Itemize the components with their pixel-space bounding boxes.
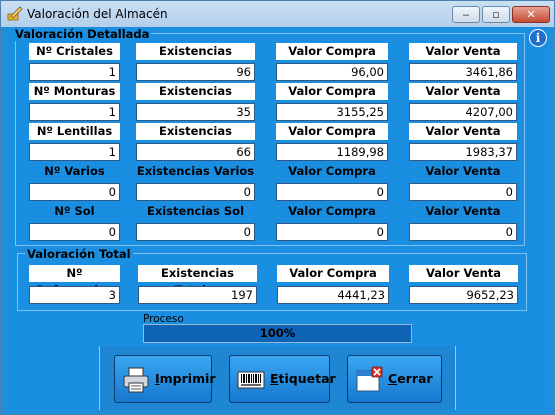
n-varios-field[interactable]: 0 <box>29 183 120 201</box>
close-button[interactable]: ✕ <box>512 6 550 23</box>
barcode-icon <box>237 371 265 389</box>
maximize-button[interactable]: ▫ <box>482 6 510 23</box>
label-valor-venta: Valor Venta <box>425 204 501 218</box>
label-total-valor-compra: Valor Compra <box>277 265 389 282</box>
label-total-valor-venta: Valor Venta <box>409 265 518 282</box>
label-n-lentillas: Nº Lentillas <box>29 123 120 140</box>
n-cristales-field[interactable]: 1 <box>29 63 120 81</box>
title-bar: Valoración del Almacén ‒ ▫ ✕ <box>1 1 554 27</box>
label-existencias-montura: Existencias Montura <box>136 83 255 115</box>
total-valor-venta-field[interactable]: 9652,23 <box>409 286 518 304</box>
info-icon[interactable]: i <box>529 29 547 47</box>
existencias-cristales-field[interactable]: 96 <box>136 63 255 81</box>
label-n-monturas: Nº Monturas <box>29 83 120 100</box>
label-existencias-lentillas: Existencias Lentillas <box>136 123 255 155</box>
n-sol-field[interactable]: 0 <box>29 223 120 241</box>
valor-compra-varios-field[interactable]: 0 <box>276 183 388 201</box>
valor-compra-lentillas-field[interactable]: 1189,98 <box>276 143 388 161</box>
valor-venta-monturas-field[interactable]: 4207,00 <box>409 103 517 121</box>
total-valor-compra-field[interactable]: 4441,23 <box>277 286 389 304</box>
label-valor-compra: Valor Compra <box>288 204 376 218</box>
label-n-varios: Nº Varios <box>44 164 105 178</box>
cerrar-mnemonic: C <box>388 371 398 386</box>
imprimir-label: Imprimir <box>155 371 216 386</box>
label-valor-compra: Valor Compra <box>276 123 388 140</box>
label-valor-compra: Valor Compra <box>276 43 388 60</box>
imprimir-button[interactable]: Imprimir <box>114 355 216 403</box>
existencias-montura-field[interactable]: 35 <box>136 103 255 121</box>
n-monturas-field[interactable]: 1 <box>29 103 120 121</box>
progress-text: 100% <box>259 326 296 340</box>
cerrar-button[interactable]: Cerrar <box>347 355 442 403</box>
total-title: Valoración Total <box>25 247 133 261</box>
label-n-cristales: Nº Cristales <box>29 43 120 60</box>
valor-compra-cristales-field[interactable]: 96,00 <box>276 63 388 81</box>
label-existencias-totales: Existencias Totales <box>138 265 257 297</box>
valor-compra-sol-field[interactable]: 0 <box>276 223 388 241</box>
existencias-lentillas-field[interactable]: 66 <box>136 143 255 161</box>
minimize-icon: ‒ <box>462 8 470 21</box>
cerrar-rest: errar <box>397 371 433 386</box>
progress-bar: 100% <box>143 324 412 343</box>
label-valor-venta: Valor Venta <box>425 164 501 178</box>
label-valor-venta: Valor Venta <box>409 123 517 140</box>
label-valor-venta: Valor Venta <box>409 43 517 60</box>
valor-venta-lentillas-field[interactable]: 1983,37 <box>409 143 517 161</box>
label-existencias-cristales: Existencias Cristales <box>136 43 255 75</box>
valor-venta-sol-field[interactable]: 0 <box>409 223 517 241</box>
detallada-title: Valoración Detallada <box>13 27 152 41</box>
window-title: Valoración del Almacén <box>27 7 168 21</box>
window: Valoración del Almacén ‒ ▫ ✕ Valoración … <box>0 0 555 415</box>
existencias-totales-field[interactable]: 197 <box>138 286 257 304</box>
label-existencias-sol: Existencias Sol <box>146 204 245 218</box>
n-referencias-field[interactable]: 3 <box>29 286 120 304</box>
close-icon: ✕ <box>526 8 536 21</box>
label-n-referencias: Nº Referencias <box>29 265 120 297</box>
printer-icon <box>123 367 149 393</box>
valor-venta-varios-field[interactable]: 0 <box>409 183 517 201</box>
label-valor-compra: Valor Compra <box>288 164 376 178</box>
pencil-icon <box>7 6 23 21</box>
valor-venta-cristales-field[interactable]: 3461,86 <box>409 63 517 81</box>
valor-compra-monturas-field[interactable]: 3155,25 <box>276 103 388 121</box>
minimize-button[interactable]: ‒ <box>452 6 480 23</box>
label-valor-venta: Valor Venta <box>409 83 517 100</box>
existencias-sol-field[interactable]: 0 <box>136 223 255 241</box>
cerrar-label: Cerrar <box>388 371 433 386</box>
etiquetar-mnemonic: E <box>270 371 279 386</box>
label-existencias-varios: Existencias Varios <box>136 164 255 178</box>
etiquetar-rest: tiquetar <box>278 371 336 386</box>
label-valor-compra: Valor Compra <box>276 83 388 100</box>
maximize-icon: ▫ <box>492 8 500 21</box>
etiquetar-button[interactable]: Etiquetar <box>229 355 336 403</box>
n-lentillas-field[interactable]: 1 <box>29 143 120 161</box>
label-n-sol: Nº Sol <box>54 204 95 218</box>
existencias-varios-field[interactable]: 0 <box>136 183 255 201</box>
etiquetar-label: Etiquetar <box>270 371 336 386</box>
close-window-icon <box>356 366 383 392</box>
imprimir-rest: mprimir <box>159 371 216 386</box>
